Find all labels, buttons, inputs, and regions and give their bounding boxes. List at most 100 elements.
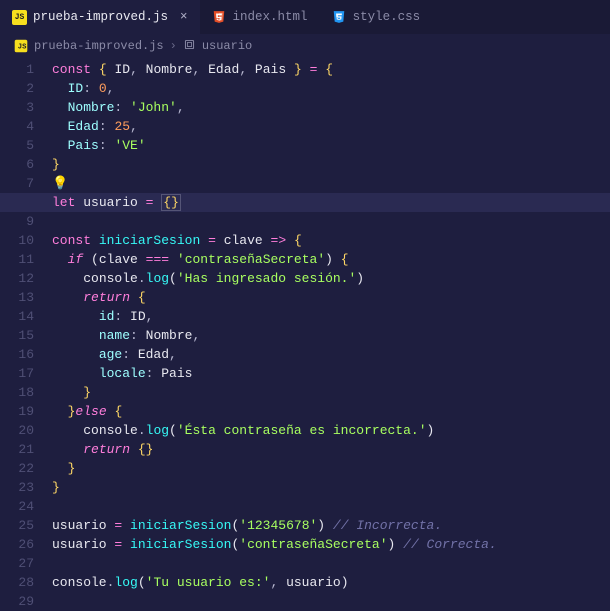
code-line[interactable]: return {} <box>52 440 610 459</box>
code-line[interactable]: let usuario = {} <box>0 193 610 212</box>
tab-style-css[interactable]: style.css <box>320 0 433 34</box>
token-str: 'Tu usuario es:' <box>146 575 271 590</box>
token-paren: ( <box>169 423 177 438</box>
token-kw-if: if <box>68 252 84 267</box>
token-punct: , <box>130 62 146 77</box>
token-brace: } <box>52 157 60 172</box>
token-str: 'Has ingresado sesión.' <box>177 271 356 286</box>
lightbulb-icon[interactable]: 💡 <box>52 176 68 191</box>
breadcrumb[interactable]: JS prueba-improved.js › usuario <box>0 34 610 58</box>
code-line[interactable]: name: Nombre, <box>52 326 610 345</box>
token-punct <box>122 537 130 552</box>
editor[interactable]: 1234567891011121314151617181920212223242… <box>0 58 610 611</box>
token-punct <box>325 518 333 533</box>
code-line[interactable]: console.log('Has ingresado sesión.') <box>52 269 610 288</box>
token-punct: : <box>99 138 115 153</box>
line-number: 1 <box>0 60 34 79</box>
code-line[interactable] <box>52 592 610 611</box>
breadcrumb-file: prueba-improved.js <box>34 39 164 53</box>
code-line[interactable]: } <box>52 155 610 174</box>
token-punct: , <box>130 119 138 134</box>
code-line[interactable]: const iniciarSesion = clave => { <box>52 231 610 250</box>
code-line[interactable]: usuario = iniciarSesion('contraseñaSecre… <box>52 535 610 554</box>
line-number: 14 <box>0 307 34 326</box>
code-line[interactable]: ID: 0, <box>52 79 610 98</box>
token-obj: console <box>83 271 138 286</box>
code-line[interactable]: Nombre: 'John', <box>52 98 610 117</box>
code-line[interactable]: Edad: 25, <box>52 117 610 136</box>
token-brace: { <box>294 233 302 248</box>
token-punct: . <box>138 423 146 438</box>
token-ident: usuario <box>52 518 107 533</box>
token-num: 25 <box>114 119 130 134</box>
token-punct <box>52 271 83 286</box>
token-kw-const: const <box>52 233 91 248</box>
code-line[interactable]: locale: Pais <box>52 364 610 383</box>
code-line[interactable] <box>52 554 610 573</box>
tab-label: index.html <box>233 10 308 24</box>
breadcrumb-symbol: usuario <box>202 39 252 53</box>
token-prop: Edad <box>68 119 99 134</box>
tab-index-html[interactable]: index.html <box>200 0 320 34</box>
code-line[interactable]: Pais: 'VE' <box>52 136 610 155</box>
code-line[interactable]: const { ID, Nombre, Edad, Pais } = { <box>52 60 610 79</box>
symbol-icon <box>183 38 196 55</box>
token-paren: ) <box>325 252 333 267</box>
code-area[interactable]: const { ID, Nombre, Edad, Pais } = { ID:… <box>52 60 610 611</box>
token-op: = <box>208 233 216 248</box>
token-punct: , <box>239 62 255 77</box>
token-punct <box>91 233 99 248</box>
tab-prueba-improved-js[interactable]: JS prueba-improved.js × <box>0 0 200 34</box>
token-punct <box>138 252 146 267</box>
token-str: '12345678' <box>239 518 317 533</box>
token-punct <box>286 233 294 248</box>
token-ident: usuario <box>52 537 107 552</box>
line-number: 4 <box>0 117 34 136</box>
line-number: 7 <box>0 174 34 193</box>
code-line[interactable]: } <box>52 459 610 478</box>
code-line[interactable]: console.log('Ésta contraseña es incorrec… <box>52 421 610 440</box>
token-brace: } <box>294 62 302 77</box>
code-line[interactable]: usuario = iniciarSesion('12345678') // I… <box>52 516 610 535</box>
token-punct: . <box>138 271 146 286</box>
code-line[interactable] <box>52 497 610 516</box>
token-punct: , <box>146 309 154 324</box>
code-line[interactable]: } <box>52 478 610 497</box>
close-icon[interactable]: × <box>180 10 188 24</box>
code-line[interactable]: console.log('Tu usuario es:', usuario) <box>52 573 610 592</box>
token-punct <box>302 62 310 77</box>
token-punct: , <box>192 62 208 77</box>
token-fn: iniciarSesion <box>130 518 231 533</box>
token-ident: usuario <box>83 195 138 210</box>
code-line[interactable]: }else { <box>52 402 610 421</box>
token-prop: Nombre <box>68 100 115 115</box>
token-punct <box>216 233 224 248</box>
token-str: 'VE' <box>114 138 145 153</box>
line-number: 11 <box>0 250 34 269</box>
token-kw-let: let <box>52 195 75 210</box>
token-punct <box>52 385 83 400</box>
line-number: 6 <box>0 155 34 174</box>
token-ident: Edad <box>208 62 239 77</box>
line-number: 2 <box>0 79 34 98</box>
code-line[interactable]: 💡 <box>52 174 610 193</box>
token-paren: ( <box>91 252 99 267</box>
line-number: 17 <box>0 364 34 383</box>
token-cmt: // Incorrecta. <box>333 518 442 533</box>
code-line[interactable]: age: Edad, <box>52 345 610 364</box>
token-fn: log <box>114 575 137 590</box>
token-punct: : <box>99 119 115 134</box>
token-punct: , <box>177 100 185 115</box>
code-line[interactable]: return { <box>52 288 610 307</box>
code-line[interactable]: if (clave === 'contraseñaSecreta') { <box>52 250 610 269</box>
code-line[interactable] <box>52 212 610 231</box>
token-paren: ) <box>341 575 349 590</box>
line-number: 26 <box>0 535 34 554</box>
code-line[interactable]: } <box>52 383 610 402</box>
token-brace: } <box>52 480 60 495</box>
token-brace: { <box>138 290 146 305</box>
token-punct: : <box>122 347 138 362</box>
token-prop: name <box>99 328 130 343</box>
code-line[interactable]: id: ID, <box>52 307 610 326</box>
token-kw-return: return <box>83 290 130 305</box>
